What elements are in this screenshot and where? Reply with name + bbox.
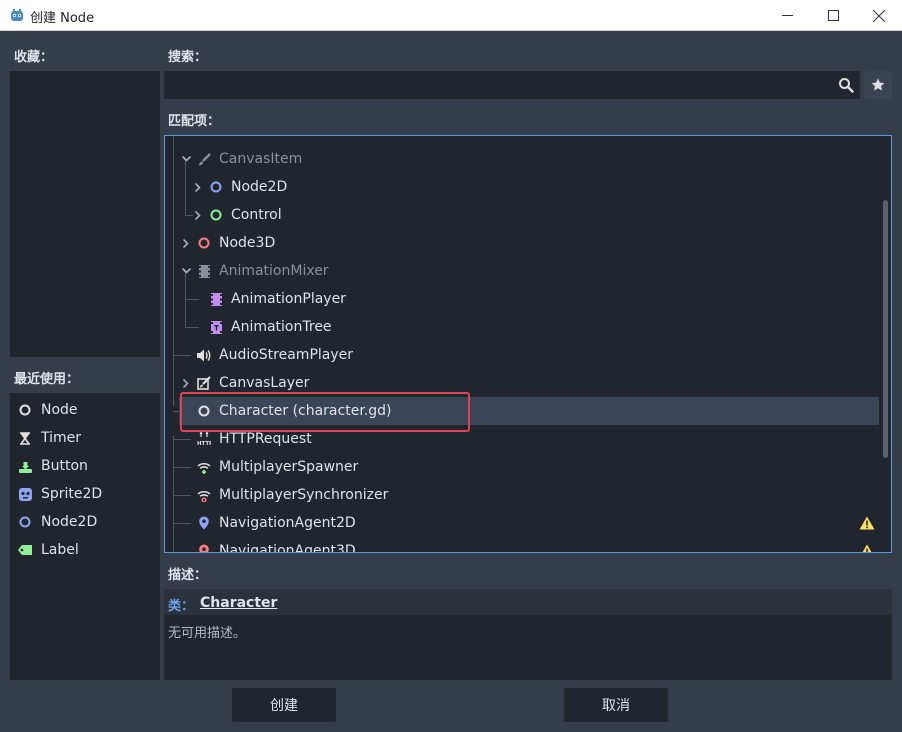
matches-label: 匹配项： xyxy=(168,114,221,129)
tree-row-animationtree[interactable]: AnimationTree xyxy=(165,313,879,341)
animation-tree-icon xyxy=(209,320,223,334)
minimize-icon xyxy=(781,15,793,16)
chevron-right-icon[interactable] xyxy=(181,238,191,248)
close-icon xyxy=(873,9,885,22)
film-icon xyxy=(197,264,211,278)
description-class-key: 类： xyxy=(168,599,195,614)
search-icon xyxy=(839,78,854,93)
wifi-sync-icon xyxy=(197,488,211,502)
warning-icon xyxy=(859,516,875,530)
hourglass-icon xyxy=(18,431,32,445)
tree-row-audiostreamplayer[interactable]: AudioStreamPlayer xyxy=(165,341,879,369)
tree-row-label: Node3D xyxy=(219,235,276,251)
description-text: 无可用描述。 xyxy=(168,626,247,641)
recent-item-sprite2d[interactable]: Sprite2D xyxy=(18,483,102,505)
matches-tree[interactable]: CanvasItem Node2D Control Node3D Animati… xyxy=(164,135,892,553)
tree-row-label: AnimationPlayer xyxy=(231,291,346,307)
label-tag-icon xyxy=(18,543,32,557)
recent-item-button[interactable]: Button xyxy=(18,455,88,477)
tree-row-label: Control xyxy=(231,207,282,223)
recent-item-label: Label xyxy=(41,542,79,558)
chevron-right-icon[interactable] xyxy=(181,378,191,388)
description-body xyxy=(164,615,892,680)
description-class-link[interactable]: Character xyxy=(200,595,277,611)
window-title: 创建 Node xyxy=(30,11,95,26)
tree-row-label: MultiplayerSpawner xyxy=(219,459,359,475)
recent-item-label-node[interactable]: Label xyxy=(18,539,79,561)
tree-row-animationplayer[interactable]: AnimationPlayer xyxy=(165,285,879,313)
tree-row-canvasitem[interactable]: CanvasItem xyxy=(165,145,879,173)
cancel-button[interactable]: 取消 xyxy=(564,688,668,722)
tree-row-control[interactable]: Control xyxy=(165,201,879,229)
map-pin-icon xyxy=(197,516,211,530)
recent-label: 最近使用： xyxy=(14,372,80,387)
recent-item-node[interactable]: Node xyxy=(18,399,78,421)
recent-list[interactable]: Node Timer Button Sprite2D Node2D Label xyxy=(10,393,160,680)
speaker-icon xyxy=(197,348,211,362)
tree-row-label: AudioStreamPlayer xyxy=(219,347,354,363)
maximize-icon xyxy=(827,10,839,21)
chevron-down-icon[interactable] xyxy=(181,154,191,164)
node-circle-icon xyxy=(18,403,32,417)
tree-row-node3d[interactable]: Node3D xyxy=(165,229,879,257)
canvas-layer-icon xyxy=(197,376,211,390)
http-icon: HTTP xyxy=(197,432,211,446)
chevron-right-icon[interactable] xyxy=(193,182,203,192)
recent-item-label: Button xyxy=(41,458,88,474)
search-input[interactable] xyxy=(164,71,860,99)
tree-row-label: CanvasLayer xyxy=(219,375,310,391)
tree-row-label: NavigationAgent3D xyxy=(219,543,356,553)
tree-row-multiplayerspawner[interactable]: MultiplayerSpawner xyxy=(165,453,879,481)
selection-highlight-annotation xyxy=(180,392,470,432)
recent-item-label: Node xyxy=(41,402,78,418)
tree-row-navigationagent3d[interactable]: NavigationAgent3D xyxy=(165,537,879,553)
window-titlebar: 创建 Node xyxy=(0,0,902,31)
tree-row-node2d[interactable]: Node2D xyxy=(165,173,879,201)
search-label: 搜索： xyxy=(168,50,208,65)
animation-player-icon xyxy=(209,292,223,306)
svg-text:HTTP: HTTP xyxy=(197,441,211,446)
favorites-list[interactable] xyxy=(10,71,160,357)
map-pin-3d-icon xyxy=(197,544,211,552)
tree-row-label: AnimationMixer xyxy=(219,263,329,279)
maximize-button[interactable] xyxy=(810,0,856,31)
sprite-icon xyxy=(18,487,32,501)
tree-row-label: MultiplayerSynchronizer xyxy=(219,487,389,503)
star-icon xyxy=(871,78,885,91)
favorites-label: 收藏： xyxy=(14,50,54,65)
tree-row-label: AnimationTree xyxy=(231,319,332,335)
chevron-down-icon[interactable] xyxy=(181,266,191,276)
tree-row-label: NavigationAgent2D xyxy=(219,515,356,531)
tree-scrollbar[interactable] xyxy=(883,200,888,458)
recent-item-label: Sprite2D xyxy=(41,486,103,502)
close-button[interactable] xyxy=(856,0,902,31)
godot-logo-icon xyxy=(11,9,23,21)
favorite-toggle-button[interactable] xyxy=(864,71,892,99)
recent-item-timer[interactable]: Timer xyxy=(18,427,81,449)
chevron-right-icon[interactable] xyxy=(193,210,203,220)
tree-row-navigationagent2d[interactable]: NavigationAgent2D xyxy=(165,509,879,537)
recent-item-label: Node2D xyxy=(41,514,98,530)
wifi-icon xyxy=(197,460,211,474)
tree-row-label: Node2D xyxy=(231,179,288,195)
minimize-button[interactable] xyxy=(764,0,810,31)
tree-row-label: HTTPRequest xyxy=(219,431,312,447)
brush-icon xyxy=(197,152,211,166)
node2d-circle-icon xyxy=(209,180,223,194)
control-circle-icon xyxy=(209,208,223,222)
warning-icon xyxy=(862,544,872,552)
tree-row-animationmixer[interactable]: AnimationMixer xyxy=(165,257,879,285)
tree-row-label: CanvasItem xyxy=(219,151,303,167)
node3d-circle-icon xyxy=(197,236,211,250)
create-button[interactable]: 创建 xyxy=(232,688,336,722)
description-label: 描述： xyxy=(168,568,208,583)
recent-item-label: Timer xyxy=(41,430,82,446)
recent-item-node2d[interactable]: Node2D xyxy=(18,511,97,533)
tree-row-multiplayersynchronizer[interactable]: MultiplayerSynchronizer xyxy=(165,481,879,509)
button-icon xyxy=(18,459,32,473)
node2d-circle-icon xyxy=(18,515,32,529)
